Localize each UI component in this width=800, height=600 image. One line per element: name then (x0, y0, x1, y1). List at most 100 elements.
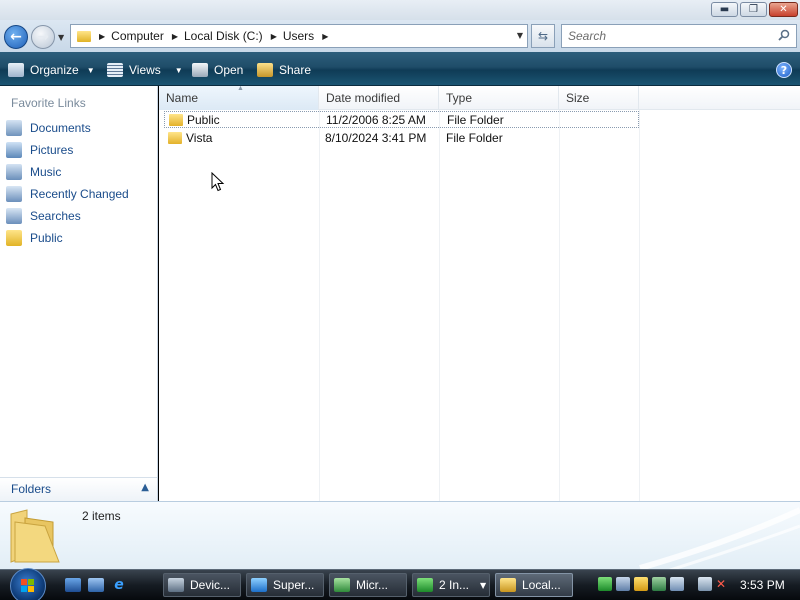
nav-link-label: Documents (30, 121, 91, 135)
refresh-icon: ⇆ (537, 29, 549, 43)
nav-link-documents[interactable]: Documents (6, 119, 91, 137)
open-label: Open (214, 63, 244, 77)
breadcrumb-separator-icon[interactable]: ▶ (99, 32, 105, 41)
task-label: Super... (273, 578, 315, 592)
file-date-modified: 11/2/2006 8:25 AM (326, 113, 426, 127)
minimize-button[interactable]: ▬ (711, 2, 738, 17)
search-box[interactable] (561, 24, 797, 48)
nav-link-label: Music (30, 165, 62, 179)
forward-button[interactable]: → (31, 25, 55, 49)
show-desktop-icon[interactable] (65, 578, 81, 592)
breadcrumb-local-disk[interactable]: Local Disk (C:) (184, 29, 263, 43)
switch-windows-icon[interactable] (88, 578, 104, 592)
column-header-date-modified[interactable]: Date modified (319, 86, 439, 110)
views-button[interactable]: Views ▼ (107, 60, 183, 80)
media-icon (334, 578, 350, 592)
taskbar-button-group[interactable]: 2 In... (412, 573, 490, 597)
task-label: Local... (522, 578, 561, 592)
share-button[interactable]: Share (257, 60, 311, 80)
nav-link-pictures[interactable]: Pictures (6, 141, 73, 159)
system-tray: ✕ 3:53 PM (590, 570, 800, 600)
breadcrumb-computer[interactable]: Computer (111, 29, 164, 43)
searches-icon (6, 208, 22, 224)
taskbar-button-device-manager[interactable]: Devic... (163, 573, 241, 597)
clock[interactable]: 3:53 PM (740, 578, 785, 592)
volume-muted-icon[interactable]: ✕ (716, 577, 730, 591)
task-label: Micr... (356, 578, 388, 592)
refresh-button[interactable]: ⇆ (531, 24, 555, 48)
search-icon[interactable] (778, 29, 790, 41)
title-bar: ▬ ❐ ✕ (0, 0, 800, 20)
recently-changed-icon (6, 186, 22, 202)
update-icon[interactable] (652, 577, 666, 591)
network-icon[interactable] (616, 577, 630, 591)
pictures-icon (6, 142, 22, 158)
folder-icon (168, 132, 182, 144)
column-divider (319, 110, 320, 501)
column-header-label: Type (446, 91, 473, 105)
column-header-label: Name (166, 91, 199, 105)
nav-link-label: Recently Changed (30, 187, 129, 201)
command-bar: Organize ▼ Views ▼ Open Share ? (0, 52, 800, 86)
nav-link-music[interactable]: Music (6, 163, 61, 181)
flag-icon[interactable] (598, 577, 612, 591)
maximize-icon: ❐ (749, 4, 758, 15)
back-button[interactable]: ← (4, 25, 28, 49)
column-divider (559, 110, 560, 501)
task-label: Devic... (190, 578, 231, 592)
breadcrumb-separator-icon[interactable]: ▶ (172, 32, 178, 41)
help-icon[interactable]: ? (776, 62, 792, 78)
column-header-name[interactable]: Name ▲ (159, 85, 319, 110)
close-icon: ✕ (779, 4, 788, 15)
folders-label: Folders (11, 482, 52, 496)
start-button[interactable] (10, 568, 46, 600)
file-row-public[interactable]: Public 11/2/2006 8:25 AM File Folder (164, 111, 639, 128)
open-button[interactable]: Open (192, 60, 243, 80)
nav-link-public[interactable]: Public (6, 229, 63, 247)
maximize-button[interactable]: ❐ (740, 2, 767, 17)
nav-link-searches[interactable]: Searches (6, 207, 81, 225)
breadcrumb-users[interactable]: Users (283, 29, 314, 43)
security-shield-icon[interactable] (634, 577, 648, 591)
search-input[interactable] (562, 25, 772, 47)
address-bar[interactable]: ▶ Computer ▶ Local Disk (C:) ▶ Users ▶ ▼ (70, 24, 528, 48)
organize-button[interactable]: Organize ▼ (8, 60, 95, 80)
column-divider (639, 110, 640, 501)
folders-toggle[interactable]: Folders ▲ (0, 477, 157, 501)
folder-icon (6, 230, 22, 246)
nav-link-label: Public (30, 231, 63, 245)
column-header-label: Size (566, 91, 590, 105)
column-divider (439, 110, 440, 501)
taskbar-button-microsoft[interactable]: Micr... (329, 573, 407, 597)
close-button[interactable]: ✕ (769, 2, 798, 17)
folder-icon (10, 509, 60, 563)
file-row-vista[interactable]: Vista 8/10/2024 3:41 PM File Folder (164, 130, 639, 147)
chevron-down-icon: ▼ (86, 65, 95, 75)
item-count: 2 items (82, 509, 121, 523)
navigation-pane: Favorite Links Documents Pictures Music … (0, 86, 158, 501)
back-arrow-icon: ← (10, 29, 22, 45)
share-icon (257, 63, 273, 77)
views-label: Views (129, 63, 161, 77)
internet-explorer-icon[interactable]: e (111, 577, 127, 593)
task-label: 2 In... (439, 578, 470, 592)
file-name: Vista (186, 131, 213, 145)
taskbar-button-internet-explorer[interactable]: Super... (246, 573, 324, 597)
taskbar: e Devic... Super... Micr... 2 In... ▼ Lo… (0, 568, 800, 600)
display-icon[interactable] (670, 577, 684, 591)
mouse-cursor-icon (211, 172, 225, 192)
breadcrumb-separator-icon[interactable]: ▶ (271, 32, 277, 41)
column-header-label: Date modified (326, 91, 401, 105)
folder-icon (169, 114, 183, 126)
chevron-down-icon: ▼ (174, 65, 183, 75)
recent-pages-dropdown-icon[interactable]: ▼ (58, 33, 64, 42)
breadcrumb-separator-icon[interactable]: ▶ (322, 32, 328, 41)
column-header-type[interactable]: Type (439, 86, 559, 110)
address-dropdown-icon[interactable]: ▼ (517, 31, 523, 40)
network-status-icon[interactable] (698, 577, 712, 591)
taskbar-button-explorer[interactable]: Local... (495, 573, 573, 597)
chevron-down-icon[interactable]: ▼ (480, 581, 486, 590)
minimize-icon: ▬ (719, 4, 730, 15)
nav-link-recently-changed[interactable]: Recently Changed (6, 185, 129, 203)
column-header-size[interactable]: Size (559, 86, 639, 110)
